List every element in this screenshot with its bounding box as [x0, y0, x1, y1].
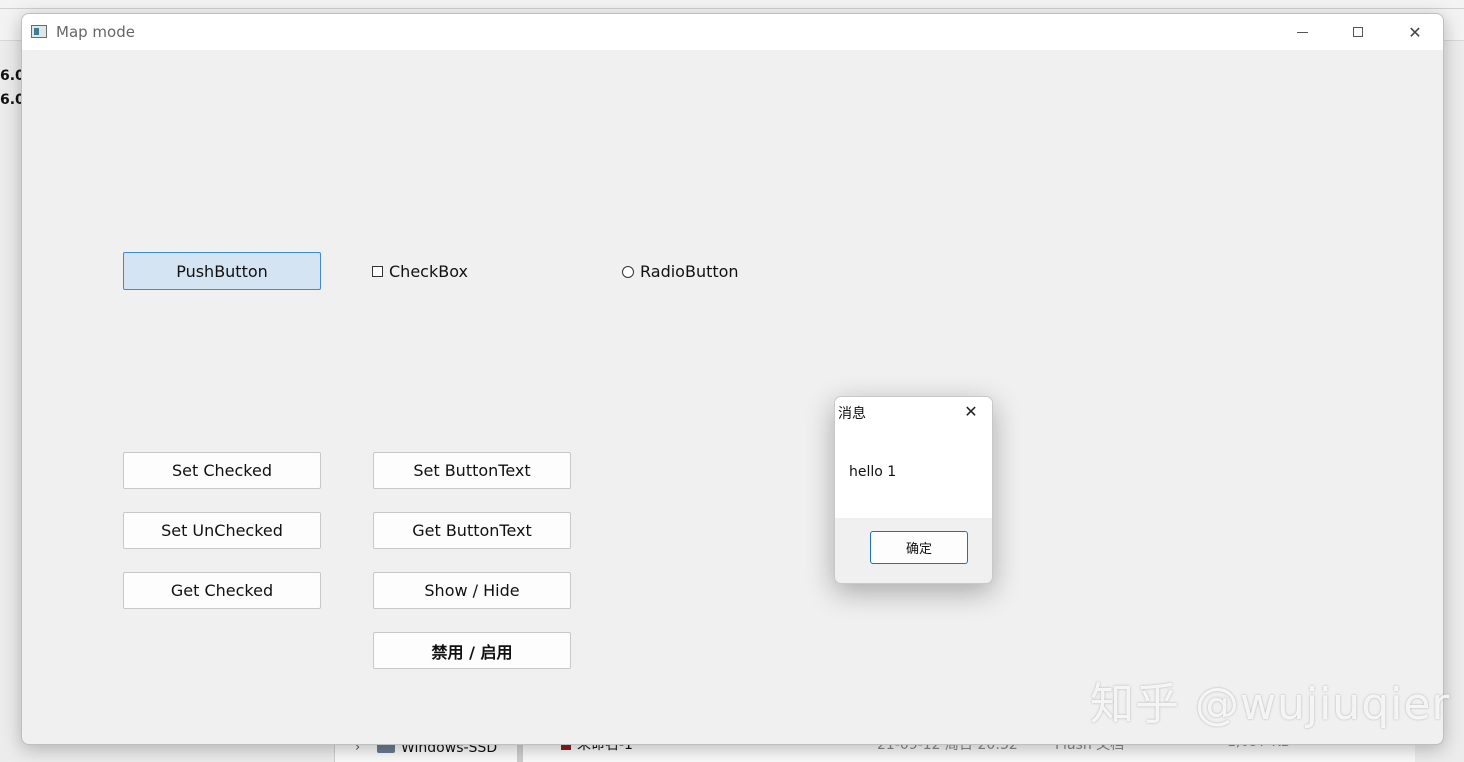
checkbox-label: CheckBox [389, 262, 468, 281]
set-unchecked-button[interactable]: Set UnChecked [123, 512, 321, 549]
message-text: hello 1 [849, 464, 897, 480]
ok-button[interactable]: 确定 [870, 531, 968, 564]
radio-button[interactable] [622, 265, 634, 278]
set-button-text-button[interactable]: Set ButtonText [373, 452, 571, 489]
checkbox[interactable] [372, 266, 383, 277]
checkbox-control[interactable]: CheckBox [372, 262, 468, 281]
close-button[interactable]: ✕ [1387, 14, 1443, 50]
show-hide-button[interactable]: Show / Hide [373, 572, 571, 609]
title-bar[interactable]: Map mode ✕ [22, 14, 1443, 50]
maximize-button[interactable] [1330, 14, 1386, 50]
disable-enable-button[interactable]: 禁用 / 启用 [373, 632, 571, 669]
maximize-icon [1353, 27, 1363, 37]
background-divider [0, 8, 1464, 9]
minimize-button[interactable] [1274, 14, 1330, 50]
get-checked-button[interactable]: Get Checked [123, 572, 321, 609]
app-icon [31, 25, 47, 38]
dialog-title: 消息 [838, 406, 866, 422]
message-body: 消息 ✕ hello 1 [835, 397, 992, 518]
push-button[interactable]: PushButton [123, 252, 321, 290]
close-icon[interactable]: ✕ [961, 401, 981, 421]
close-icon: ✕ [1408, 22, 1422, 42]
set-checked-button[interactable]: Set Checked [123, 452, 321, 489]
main-window: Map mode ✕ PushButton CheckBox RadioButt… [21, 13, 1444, 745]
radio-control[interactable]: RadioButton [622, 262, 739, 281]
get-button-text-button[interactable]: Get ButtonText [373, 512, 571, 549]
radio-label: RadioButton [640, 262, 739, 281]
watermark: 知乎 @wujiuqier [1090, 679, 1451, 730]
window-title: Map mode [56, 23, 135, 41]
minimize-icon [1296, 31, 1308, 33]
message-dialog: 消息 ✕ hello 1 确定 [834, 396, 993, 584]
